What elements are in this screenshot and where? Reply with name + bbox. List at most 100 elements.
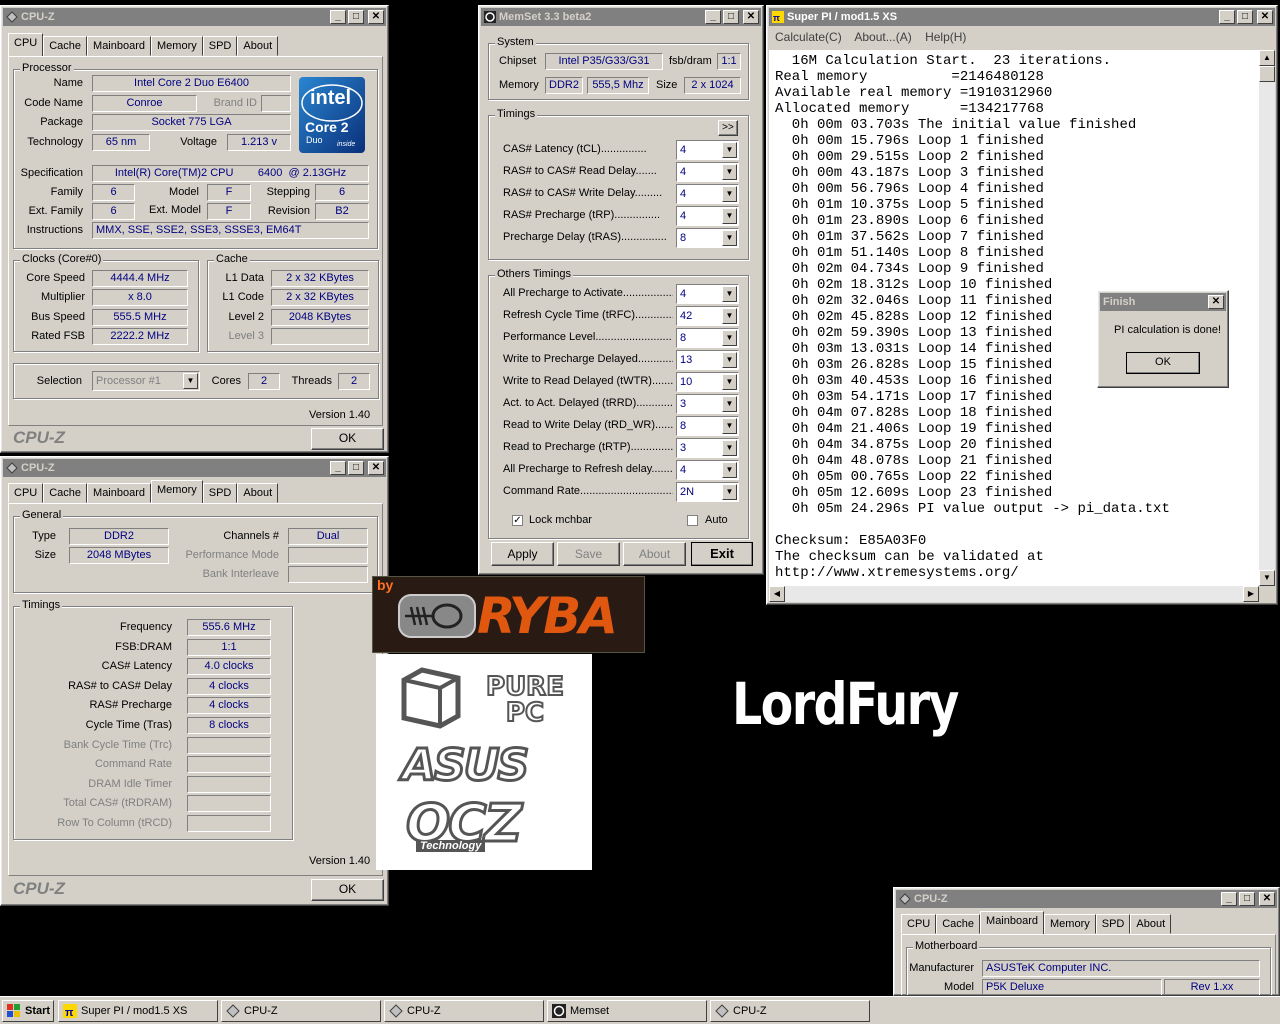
timing-select[interactable]: 4 ▼: [676, 284, 739, 304]
chevron-down-icon[interactable]: ▼: [722, 164, 737, 180]
timing-select[interactable]: 8 ▼: [676, 328, 739, 348]
title-bar[interactable]: CPU-Z _ □ ✕: [896, 890, 1277, 908]
chevron-down-icon[interactable]: ▼: [722, 396, 737, 412]
chevron-down-icon[interactable]: ▼: [183, 373, 198, 389]
minimize-button[interactable]: _: [1221, 892, 1237, 906]
timing-select[interactable]: 8 ▼: [676, 228, 739, 248]
minimize-button[interactable]: _: [330, 10, 346, 24]
menu-help[interactable]: Help(H): [925, 30, 966, 44]
taskbar-item-cpuz-3[interactable]: CPU-Z: [710, 1000, 870, 1022]
chevron-down-icon[interactable]: ▼: [722, 186, 737, 202]
auto-checkbox[interactable]: [687, 515, 698, 526]
scroll-down-icon[interactable]: ▼: [1259, 570, 1275, 586]
scroll-left-icon[interactable]: ◀: [769, 586, 785, 602]
scrollbar-thumb[interactable]: [1259, 66, 1275, 82]
expand-button[interactable]: >>: [718, 120, 738, 136]
timing-select[interactable]: 4 ▼: [676, 140, 739, 160]
tab-spd[interactable]: SPD: [1095, 914, 1131, 934]
taskbar-item-cpuz-2[interactable]: CPU-Z: [384, 1000, 544, 1022]
tab-memory[interactable]: Memory: [151, 36, 203, 56]
menu-about[interactable]: About...(A): [854, 30, 911, 44]
tab-cpu[interactable]: CPU: [8, 483, 44, 503]
horizontal-scrollbar[interactable]: ◀ ▶: [769, 586, 1259, 602]
tab-mainboard[interactable]: Mainboard: [980, 911, 1045, 934]
tab-about[interactable]: About: [1130, 914, 1172, 934]
scroll-up-icon[interactable]: ▲: [1259, 50, 1275, 66]
about-button[interactable]: About: [623, 542, 686, 566]
minimize-button[interactable]: _: [705, 10, 721, 24]
timing-select[interactable]: 4 ▼: [676, 206, 739, 226]
minimize-button[interactable]: _: [330, 461, 346, 475]
timing-select[interactable]: 3 ▼: [676, 394, 739, 414]
tab-cpu[interactable]: CPU: [901, 914, 937, 934]
chevron-down-icon[interactable]: ▼: [722, 230, 737, 246]
timing-select[interactable]: 3 ▼: [676, 438, 739, 458]
maximize-button[interactable]: □: [348, 461, 364, 475]
timing-select[interactable]: 13 ▼: [676, 350, 739, 370]
cpuz-brand-logo: CPU-Z: [13, 879, 65, 898]
close-button[interactable]: ✕: [1259, 892, 1275, 906]
minimize-button[interactable]: _: [1219, 10, 1235, 24]
menu-calculate[interactable]: Calculate(C): [775, 30, 842, 44]
chevron-down-icon[interactable]: ▼: [722, 208, 737, 224]
ok-button[interactable]: OK: [311, 879, 384, 901]
title-bar[interactable]: CPU-Z _ □ ✕: [3, 459, 386, 477]
start-button[interactable]: Start: [2, 1000, 54, 1022]
tab-spd[interactable]: SPD: [202, 36, 238, 56]
taskbar-item-cpuz-1[interactable]: CPU-Z: [221, 1000, 381, 1022]
close-button[interactable]: ✕: [368, 461, 384, 475]
exit-button[interactable]: Exit: [691, 542, 753, 566]
close-button[interactable]: ✕: [743, 10, 759, 24]
timing-select[interactable]: 2N ▼: [676, 482, 739, 502]
model-label: Model: [944, 981, 974, 993]
tab-spd[interactable]: SPD: [202, 483, 238, 503]
chevron-down-icon[interactable]: ▼: [722, 142, 737, 158]
tab-memory[interactable]: Memory: [151, 480, 203, 503]
close-button[interactable]: ✕: [1257, 10, 1273, 24]
maximize-button[interactable]: □: [723, 10, 739, 24]
title-bar[interactable]: MemSet 3.3 beta2 _ □ ✕: [481, 8, 761, 26]
taskbar-item-memset[interactable]: Memset: [547, 1000, 707, 1022]
timing-select[interactable]: 4 ▼: [676, 162, 739, 182]
scroll-right-icon[interactable]: ▶: [1243, 586, 1259, 602]
ok-button[interactable]: OK: [1126, 352, 1200, 374]
save-button[interactable]: Save: [557, 542, 620, 566]
apply-button[interactable]: Apply: [491, 542, 554, 566]
tab-cpu[interactable]: CPU: [8, 33, 44, 56]
maximize-button[interactable]: □: [1237, 10, 1253, 24]
chevron-down-icon[interactable]: ▼: [722, 352, 737, 368]
title-bar[interactable]: Finish ✕: [1100, 293, 1226, 311]
taskbar-item-superpi[interactable]: π Super PI / mod1.5 XS: [58, 1000, 218, 1022]
tab-cache[interactable]: Cache: [936, 914, 981, 934]
chevron-down-icon[interactable]: ▼: [722, 440, 737, 456]
chevron-down-icon[interactable]: ▼: [722, 462, 737, 478]
processor-select[interactable]: Processor #1 ▼: [92, 371, 200, 391]
timing-select[interactable]: 8 ▼: [676, 416, 739, 436]
timing-select[interactable]: 4 ▼: [676, 184, 739, 204]
tab-about[interactable]: About: [237, 483, 279, 503]
maximize-button[interactable]: □: [348, 10, 364, 24]
chevron-down-icon[interactable]: ▼: [722, 484, 737, 500]
timing-select[interactable]: 4 ▼: [676, 460, 739, 480]
tab-memory[interactable]: Memory: [1044, 914, 1096, 934]
chevron-down-icon[interactable]: ▼: [722, 330, 737, 346]
maximize-button[interactable]: □: [1239, 892, 1255, 906]
title-bar[interactable]: CPU-Z _ □ ✕: [3, 8, 386, 26]
chevron-down-icon[interactable]: ▼: [722, 308, 737, 324]
tab-mainboard[interactable]: Mainboard: [87, 36, 152, 56]
chevron-down-icon[interactable]: ▼: [722, 374, 737, 390]
chevron-down-icon[interactable]: ▼: [722, 286, 737, 302]
timing-select[interactable]: 10 ▼: [676, 372, 739, 392]
tab-about[interactable]: About: [237, 36, 279, 56]
vertical-scrollbar[interactable]: ▲ ▼: [1259, 50, 1275, 586]
timing-select[interactable]: 42 ▼: [676, 306, 739, 326]
tab-mainboard[interactable]: Mainboard: [87, 483, 152, 503]
ok-button[interactable]: OK: [311, 428, 384, 450]
tab-cache[interactable]: Cache: [43, 483, 88, 503]
close-button[interactable]: ✕: [368, 10, 384, 24]
title-bar[interactable]: π Super PI / mod1.5 XS _ □ ✕: [769, 8, 1275, 26]
close-button[interactable]: ✕: [1208, 295, 1224, 309]
chevron-down-icon[interactable]: ▼: [722, 418, 737, 434]
tab-cache[interactable]: Cache: [43, 36, 88, 56]
lock-mchbar-checkbox[interactable]: ✓: [512, 515, 523, 526]
